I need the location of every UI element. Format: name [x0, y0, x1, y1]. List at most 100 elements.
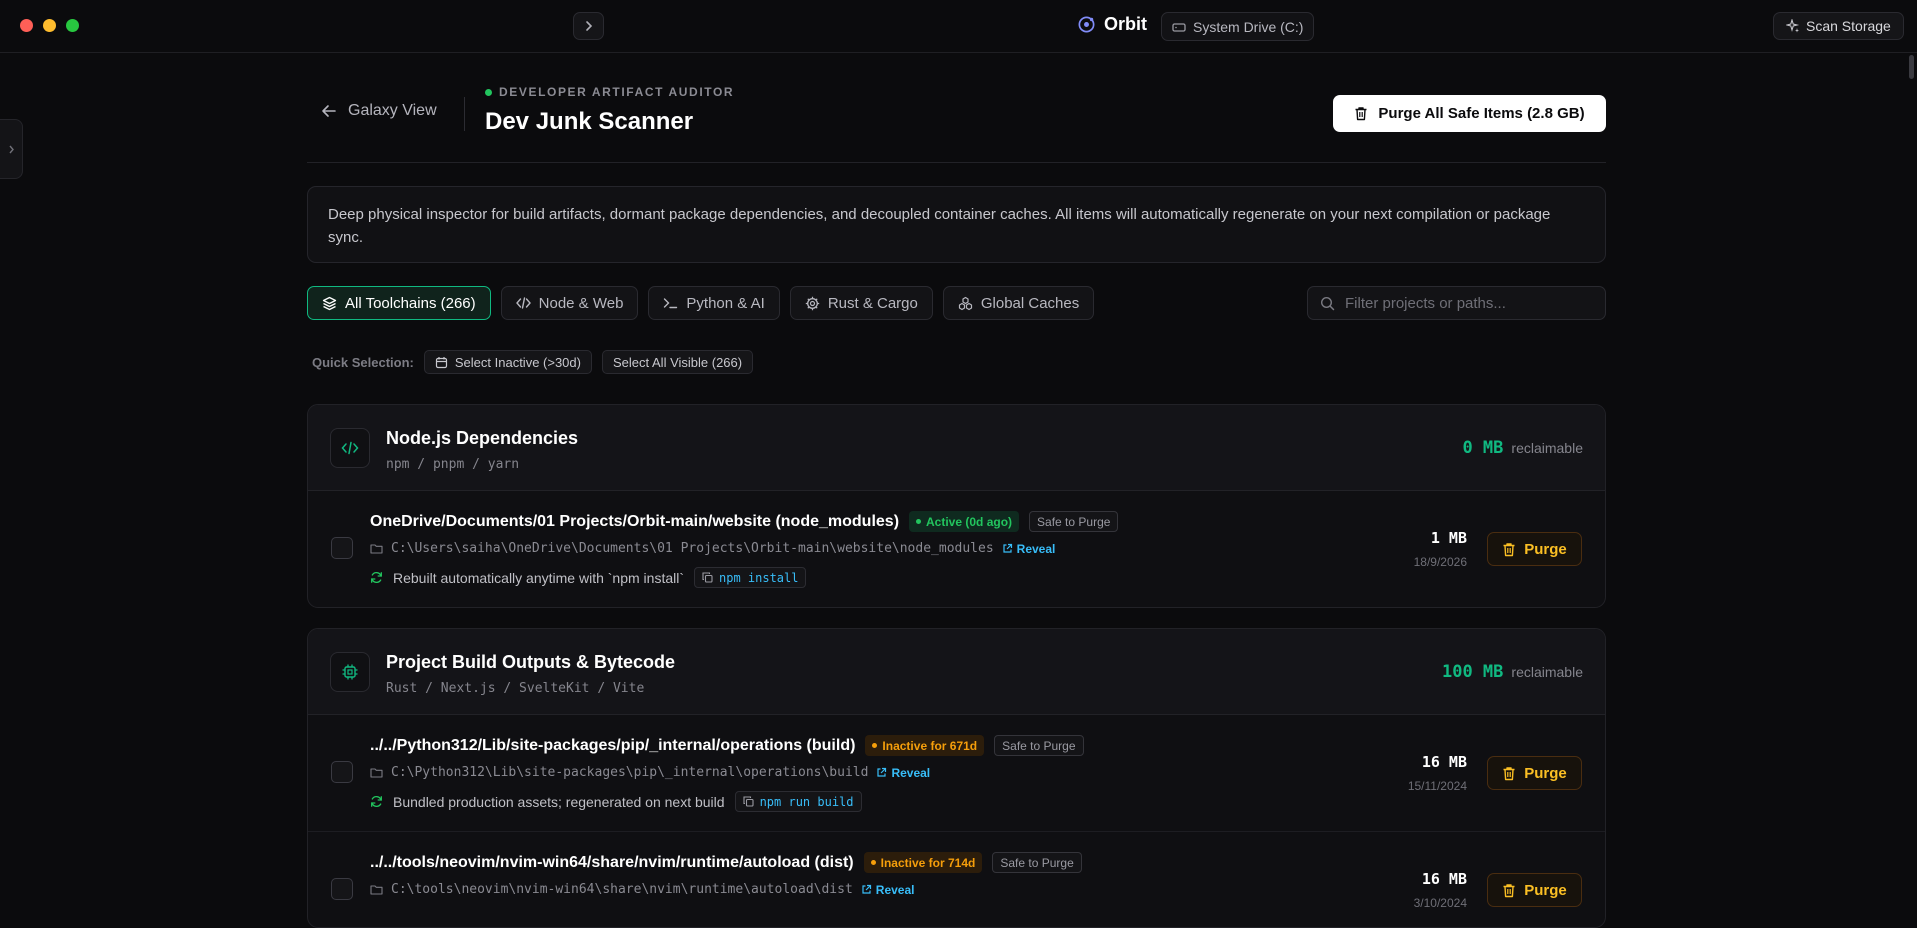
row-checkbox[interactable] [331, 761, 353, 783]
artifact-row: ../../Python312/Lib/site-packages/pip/_i… [308, 715, 1605, 832]
artifact-path: C:\Users\saiha\OneDrive\Documents\01 Pro… [370, 541, 1055, 556]
side-panel-expander[interactable] [0, 119, 23, 179]
status-dot-icon [485, 88, 492, 96]
filter-global-label: Global Caches [980, 294, 1080, 312]
scan-storage-button[interactable]: Scan Storage [1773, 12, 1904, 40]
command-text: npm run build [759, 794, 854, 809]
app-name: Orbit [1104, 14, 1147, 34]
back-to-galaxy-view[interactable]: Galaxy View [321, 102, 437, 120]
boxes-icon [958, 296, 972, 310]
page-eyebrow: DEVELOPER ARTIFACT AUDITOR [485, 85, 734, 99]
trash-icon [1503, 766, 1515, 780]
filter-python-ai[interactable]: Python & AI [648, 286, 780, 320]
header-separator [307, 162, 1606, 163]
close-window-button[interactable] [20, 19, 33, 32]
group-build-outputs: Project Build Outputs & Bytecode Rust / … [307, 628, 1606, 928]
modified-date: 18/9/2026 [1413, 555, 1467, 569]
artifact-size: 1 MB 18/9/2026 [1414, 529, 1467, 569]
row-checkbox[interactable] [331, 878, 353, 900]
size-value: 1 MB [1430, 529, 1467, 547]
drive-selector[interactable]: System Drive (C:) [1161, 12, 1315, 41]
select-inactive-button[interactable]: Select Inactive (>30d) [423, 350, 592, 374]
purge-button[interactable]: Purge [1487, 756, 1582, 790]
scanner-description: Deep physical inspector for build artifa… [307, 186, 1606, 263]
group-header: Node.js Dependencies npm / pnpm / yarn 0… [308, 405, 1605, 491]
select-inactive-label: Select Inactive (>30d) [454, 354, 581, 370]
sidebar-toggle-button[interactable] [573, 12, 604, 40]
scrollbar[interactable] [1906, 53, 1917, 910]
command-text: npm install [719, 570, 799, 585]
calendar-icon [435, 356, 447, 368]
group-subtitle: Rust / Next.js / SvelteKit / Vite [386, 681, 645, 696]
artifact-size: 16 MB 15/11/2024 [1408, 753, 1467, 793]
filter-rust-cargo[interactable]: Rust & Cargo [789, 286, 933, 320]
app-brand: Orbit [1077, 14, 1147, 35]
purge-all-button[interactable]: Purge All Safe Items (2.8 GB) [1333, 95, 1606, 132]
drive-label: System Drive (C:) [1193, 18, 1304, 35]
toolchain-filters: All Toolchains (266) Node & Web Python &… [307, 286, 1095, 320]
path-text: C:\tools\neovim\nvim-win64\share\nvim\ru… [391, 882, 853, 897]
reclaimable-size: 0 MB [1462, 438, 1504, 458]
title-bar: Orbit System Drive (C:) Scan Storage [0, 0, 1917, 53]
filter-search[interactable] [1307, 286, 1606, 320]
maximize-window-button[interactable] [66, 19, 79, 32]
trash-icon [1503, 542, 1515, 556]
quick-selection-label: Quick Selection: [312, 354, 414, 370]
filter-node-web[interactable]: Node & Web [500, 286, 639, 320]
reveal-link[interactable]: Reveal [876, 766, 930, 780]
code-icon [330, 428, 370, 468]
status-dot-icon [872, 743, 878, 748]
copy-command-button[interactable]: npm run build [734, 791, 862, 812]
reclaimable-label: reclaimable [1511, 664, 1583, 680]
copy-icon [743, 796, 754, 807]
reveal-label: Reveal [875, 882, 915, 897]
filter-node-label: Node & Web [538, 294, 624, 312]
copy-command-button[interactable]: npm install [694, 567, 807, 588]
trash-icon [1503, 883, 1515, 897]
folder-icon [370, 768, 383, 778]
artifact-row: ../../tools/neovim/nvim-win64/share/nvim… [308, 832, 1605, 927]
search-icon [1320, 296, 1335, 310]
purge-button[interactable]: Purge [1487, 873, 1582, 907]
scrollbar-thumb[interactable] [1909, 55, 1914, 79]
reclaimable-size: 100 MB [1441, 662, 1504, 682]
status-dot-icon [870, 860, 876, 865]
minimize-window-button[interactable] [43, 19, 56, 32]
page-title: Dev Junk Scanner [485, 108, 694, 135]
rebuild-hint: Bundled production assets; regenerated o… [370, 791, 862, 812]
artifact-name: OneDrive/Documents/01 Projects/Orbit-mai… [370, 512, 900, 530]
filter-global-caches[interactable]: Global Caches [942, 286, 1095, 320]
status-badge: Active (0d ago) [909, 511, 1020, 532]
purge-all-label: Purge All Safe Items (2.8 GB) [1378, 105, 1585, 122]
path-text: C:\Users\saiha\OneDrive\Documents\01 Pro… [391, 541, 994, 556]
row-title: OneDrive/Documents/01 Projects/Orbit-mai… [370, 511, 1119, 532]
row-checkbox[interactable] [331, 537, 353, 559]
back-label: Galaxy View [348, 102, 437, 119]
filter-rust-label: Rust & Cargo [827, 294, 918, 312]
modified-date: 3/10/2024 [1413, 896, 1467, 910]
reveal-label: Reveal [891, 765, 931, 780]
purge-button[interactable]: Purge [1487, 532, 1582, 566]
select-all-visible-button[interactable]: Select All Visible (266) [601, 350, 754, 374]
row-title: ../../Python312/Lib/site-packages/pip/_i… [370, 735, 1084, 756]
search-input[interactable] [1345, 294, 1585, 312]
status-dot-icon [916, 519, 922, 524]
status-badge: Inactive for 671d [865, 735, 985, 756]
row-title: ../../tools/neovim/nvim-win64/share/nvim… [370, 852, 1082, 873]
arrow-left-icon [322, 105, 336, 117]
layers-icon [322, 296, 337, 310]
reveal-link[interactable]: Reveal [1002, 542, 1055, 556]
chevron-right-icon [585, 21, 592, 31]
size-value: 16 MB [1421, 870, 1467, 888]
refresh-icon [371, 572, 382, 583]
hard-drive-icon [1172, 22, 1186, 32]
status-text: Active (0d ago) [926, 514, 1013, 529]
external-link-icon [862, 884, 871, 894]
modified-date: 15/11/2024 [1407, 779, 1467, 793]
copy-icon [702, 572, 713, 583]
scan-storage-label: Scan Storage [1806, 18, 1891, 34]
reveal-link[interactable]: Reveal [861, 882, 915, 897]
filter-all-toolchains[interactable]: All Toolchains (266) [307, 286, 491, 320]
purge-label: Purge [1524, 764, 1567, 782]
artifact-name: ../../tools/neovim/nvim-win64/share/nvim… [370, 853, 854, 871]
